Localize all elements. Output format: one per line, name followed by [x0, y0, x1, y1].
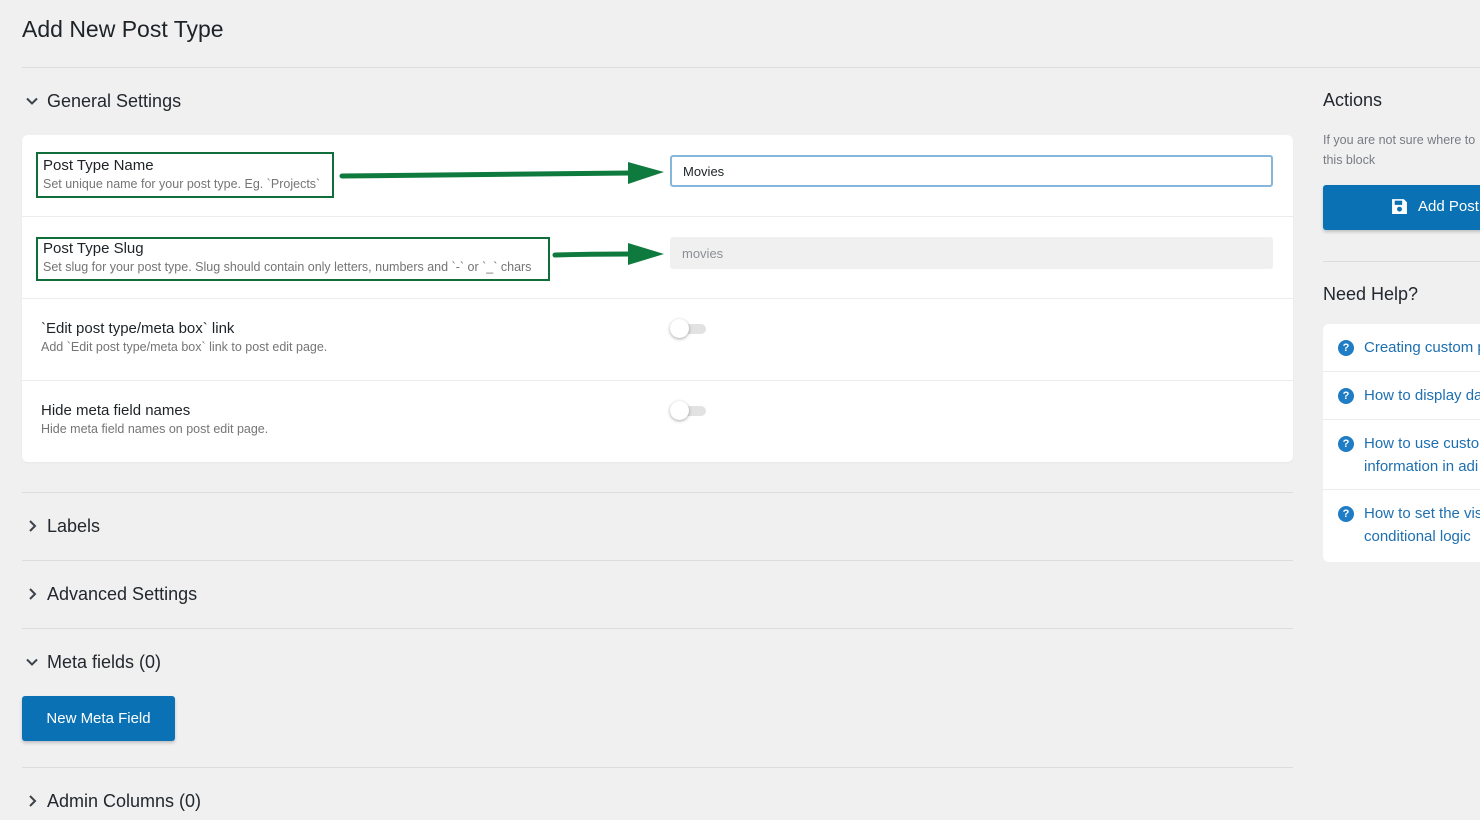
hide-meta-names-label-box: Hide meta field names Hide meta field na…: [36, 402, 273, 438]
hide-meta-names-description: Hide meta field names on post edit page.: [41, 422, 269, 436]
post-type-slug-label-box: Post Type Slug Set slug for your post ty…: [36, 237, 550, 281]
section-toggle-advanced-settings[interactable]: Advanced Settings: [22, 579, 197, 609]
setting-row-edit-link: `Edit post type/meta box` link Add `Edit…: [22, 299, 1293, 381]
post-type-slug-title: Post Type Slug: [43, 240, 144, 257]
add-post-type-button-label: Add Post: [1418, 198, 1479, 215]
post-type-name-label-box: Post Type Name Set unique name for your …: [36, 152, 334, 198]
help-link-item: ? How to display da: [1323, 372, 1480, 420]
help-link[interactable]: How to use custo information in adi: [1364, 432, 1480, 478]
section-divider: [22, 560, 1293, 561]
question-icon: ?: [1338, 388, 1354, 404]
section-toggle-general-settings[interactable]: General Settings: [22, 86, 181, 116]
edit-link-description: Add `Edit post type/meta box` link to po…: [41, 340, 328, 354]
section-title-meta-fields: Meta fields (0): [47, 651, 162, 672]
help-link-item: ? How to set the vis conditional logic: [1323, 490, 1480, 560]
section-title-general-settings: General Settings: [47, 90, 182, 111]
section-divider: [22, 628, 1293, 629]
chevron-down-icon: [22, 652, 42, 672]
actions-heading: Actions: [1323, 90, 1383, 110]
section-title-labels: Labels: [47, 515, 101, 536]
post-type-slug-description: Set slug for your post type. Slug should…: [43, 260, 532, 274]
setting-row-hide-meta-names: Hide meta field names Hide meta field na…: [22, 381, 1293, 463]
question-icon: ?: [1338, 340, 1354, 356]
edit-link-title: `Edit post type/meta box` link: [41, 320, 235, 337]
chevron-down-icon: [22, 91, 42, 111]
hide-meta-names-toggle[interactable]: [670, 401, 706, 420]
title-divider: [22, 67, 1480, 68]
hide-meta-names-title: Hide meta field names: [41, 402, 191, 419]
general-settings-card: Post Type Name Set unique name for your …: [22, 135, 1293, 462]
help-link[interactable]: Creating custom p: [1364, 336, 1480, 359]
toggle-knob: [670, 401, 689, 420]
chevron-right-icon: [22, 516, 42, 536]
help-link[interactable]: How to set the vis conditional logic: [1364, 502, 1480, 548]
question-icon: ?: [1338, 436, 1354, 452]
add-post-type-button[interactable]: Add Post: [1323, 185, 1480, 230]
page-title: Add New Post Type: [22, 16, 224, 42]
help-link-item: ? How to use custo information in adi: [1323, 420, 1480, 490]
new-meta-field-button[interactable]: New Meta Field: [22, 696, 175, 741]
post-type-name-description: Set unique name for your post type. Eg. …: [43, 177, 321, 191]
section-title-advanced-settings: Advanced Settings: [47, 583, 198, 604]
setting-row-post-type-name: Post Type Name Set unique name for your …: [22, 135, 1293, 217]
need-help-heading: Need Help?: [1323, 284, 1419, 304]
section-divider: [22, 492, 1293, 493]
edit-link-label-box: `Edit post type/meta box` link Add `Edit…: [36, 320, 332, 356]
actions-note: If you are not sure where to this block: [1323, 133, 1476, 167]
post-type-name-input[interactable]: [670, 155, 1273, 187]
section-toggle-meta-fields[interactable]: Meta fields (0): [22, 647, 161, 677]
post-type-name-title: Post Type Name: [43, 157, 154, 174]
post-type-slug-input[interactable]: [670, 237, 1273, 269]
setting-row-post-type-slug: Post Type Slug Set slug for your post ty…: [22, 217, 1293, 299]
question-icon: ?: [1338, 506, 1354, 522]
sidebar-divider: [1323, 261, 1480, 262]
section-toggle-labels[interactable]: Labels: [22, 511, 100, 541]
chevron-right-icon: [22, 584, 42, 604]
help-links-card: ? Creating custom p ? How to display da …: [1323, 324, 1480, 562]
help-link-item: ? Creating custom p: [1323, 324, 1480, 372]
section-toggle-admin-columns[interactable]: Admin Columns (0): [22, 786, 201, 816]
help-link[interactable]: How to display da: [1364, 384, 1480, 407]
section-divider: [22, 767, 1293, 768]
edit-link-toggle[interactable]: [670, 319, 706, 338]
section-title-admin-columns: Admin Columns (0): [47, 790, 202, 811]
toggle-knob: [670, 319, 689, 338]
save-icon: [1392, 199, 1407, 214]
chevron-right-icon: [22, 791, 42, 811]
